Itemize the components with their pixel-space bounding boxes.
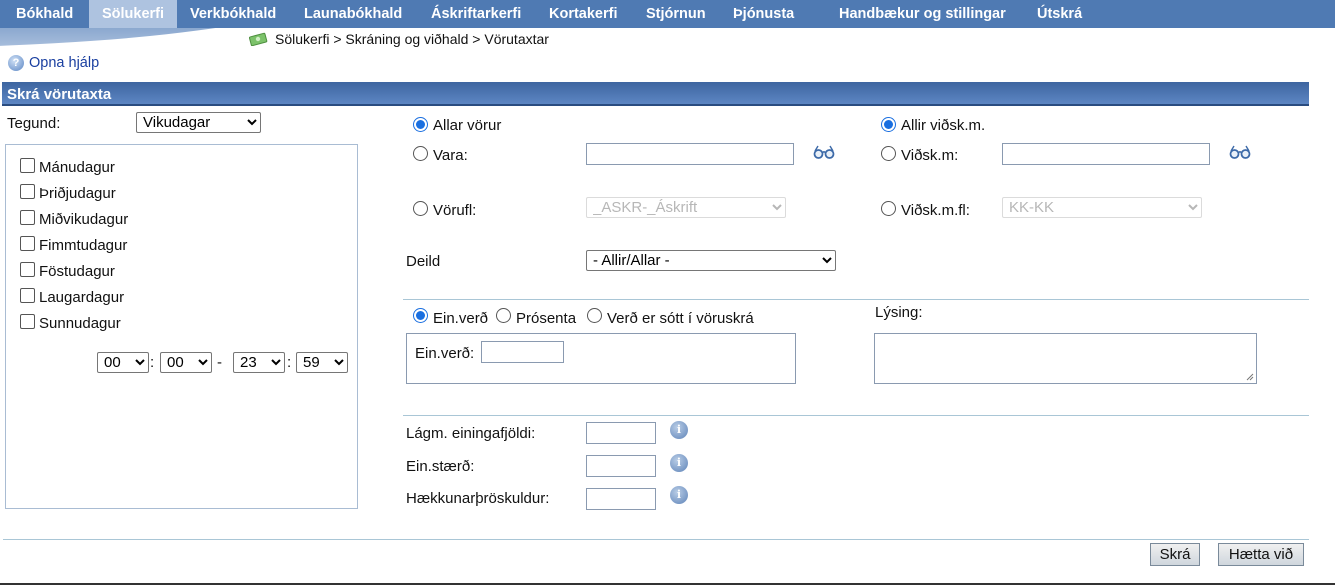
product-label: Vara:	[433, 147, 468, 164]
min-quantity-input[interactable]	[586, 422, 656, 444]
divider	[403, 415, 1309, 416]
nav-item-stjornun[interactable]: Stjórnun	[646, 0, 706, 28]
time-separator: :	[287, 354, 292, 371]
checkbox-monday[interactable]	[20, 158, 35, 173]
radio-unit-price[interactable]	[413, 308, 428, 323]
department-label: Deild	[406, 253, 441, 270]
from-minute-select[interactable]: 00	[160, 352, 212, 373]
info-icon[interactable]: i	[670, 454, 688, 472]
customer-group-select[interactable]: KK-KK	[1002, 197, 1202, 218]
nav-item-kortakerfi[interactable]: Kortakerfi	[549, 0, 618, 28]
radio-all-customers[interactable]	[881, 117, 896, 132]
money-icon	[249, 32, 268, 46]
product-group-select[interactable]: _ASKR-_Áskrift	[586, 197, 786, 218]
divider	[3, 539, 1309, 540]
panel-title-bar: Skrá vörutaxta	[2, 82, 1309, 106]
radio-catalog-price[interactable]	[587, 308, 602, 323]
product-group-label: Vörufl:	[433, 202, 477, 219]
customer-input[interactable]	[1002, 143, 1210, 165]
min-quantity-label: Lágm. einingafjöldi:	[406, 425, 536, 442]
day-label-tuesday: Þriðjudagur	[39, 185, 116, 202]
catalog-price-radio-label: Verð er sótt í vöruskrá	[607, 310, 754, 327]
save-button[interactable]: Skrá	[1150, 543, 1200, 566]
unit-price-radio-label: Ein.verð	[433, 310, 489, 327]
product-input[interactable]	[586, 143, 794, 165]
nav-item-thjonusta[interactable]: Þjónusta	[733, 0, 794, 28]
customer-lookup-icon[interactable]	[1229, 145, 1251, 159]
percent-radio-label: Prósenta	[516, 310, 577, 327]
day-label-monday: Mánudagur	[39, 159, 115, 176]
nav-item-solukerfi[interactable]: Sölukerfi	[89, 0, 177, 28]
product-lookup-icon[interactable]	[813, 145, 835, 159]
checkbox-friday[interactable]	[20, 262, 35, 277]
checkbox-thursday[interactable]	[20, 236, 35, 251]
customer-label: Viðsk.m:	[901, 147, 959, 164]
checkbox-sunday[interactable]	[20, 314, 35, 329]
unit-size-input[interactable]	[586, 455, 656, 477]
nav-item-utskra[interactable]: Útskrá	[1037, 0, 1082, 28]
info-icon[interactable]: i	[670, 421, 688, 439]
day-label-saturday: Laugardagur	[39, 289, 125, 306]
divider	[403, 299, 1309, 300]
threshold-input[interactable]	[586, 488, 656, 510]
unit-price-field-label: Ein.verð:	[415, 345, 475, 362]
info-icon[interactable]: i	[670, 486, 688, 504]
checkbox-tuesday[interactable]	[20, 184, 35, 199]
to-hour-select[interactable]: 23	[233, 352, 285, 373]
radio-product-group[interactable]	[413, 201, 428, 216]
radio-customer[interactable]	[881, 146, 896, 161]
nav-item-verkbokhald[interactable]: Verkbókhald	[190, 0, 276, 28]
unit-size-label: Ein.stærð:	[406, 458, 475, 475]
to-minute-select[interactable]: 59	[296, 352, 348, 373]
from-hour-select[interactable]: 00	[97, 352, 149, 373]
threshold-label: Hækkunarþröskuldur:	[406, 490, 550, 507]
checkbox-wednesday[interactable]	[20, 210, 35, 225]
resize-grip-icon[interactable]	[1245, 372, 1254, 381]
radio-all-products[interactable]	[413, 117, 428, 132]
customer-group-label: Viðsk.m.fl:	[901, 202, 970, 219]
radio-customer-group[interactable]	[881, 201, 896, 216]
all-products-label: Allar vörur	[433, 117, 502, 134]
cancel-button[interactable]: Hætta við	[1218, 543, 1304, 566]
day-label-sunday: Sunnudagur	[39, 315, 121, 332]
radio-percent[interactable]	[496, 308, 511, 323]
department-select[interactable]: - Allir/Allar -	[586, 250, 836, 271]
type-label: Tegund:	[7, 115, 61, 132]
nav-item-launabokhald[interactable]: Launabókhald	[304, 0, 402, 28]
all-customers-label: Allir viðsk.m.	[901, 117, 986, 134]
checkbox-saturday[interactable]	[20, 288, 35, 303]
unit-price-input[interactable]	[481, 341, 564, 363]
nav-item-askriftarkerfi[interactable]: Áskriftarkerfi	[431, 0, 521, 28]
help-link[interactable]: Opna hjálp	[29, 55, 99, 71]
time-separator: :	[150, 354, 155, 371]
help-icon[interactable]: ?	[8, 55, 24, 71]
day-label-friday: Föstudagur	[39, 263, 115, 280]
description-textarea[interactable]	[874, 333, 1257, 384]
type-select[interactable]: Vikudagar	[136, 112, 261, 133]
radio-product[interactable]	[413, 146, 428, 161]
day-label-wednesday: Miðvikudagur	[39, 211, 129, 228]
day-label-thursday: Fimmtudagur	[39, 237, 128, 254]
breadcrumb: Sölukerfi > Skráning og viðhald > Vöruta…	[275, 31, 549, 47]
nav-item-bokhald[interactable]: Bókhald	[16, 0, 73, 28]
nav-item-handbaekur[interactable]: Handbækur og stillingar	[839, 0, 1006, 28]
description-label: Lýsing:	[875, 304, 923, 321]
bottom-border	[0, 583, 1335, 585]
time-range-dash: -	[217, 354, 222, 371]
panel-title: Skrá vörutaxta	[7, 86, 112, 103]
